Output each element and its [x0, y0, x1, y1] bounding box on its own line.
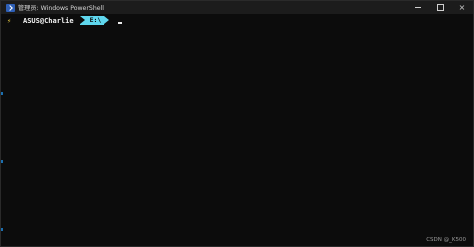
maximize-button[interactable]	[429, 1, 451, 14]
minimize-button[interactable]	[407, 1, 429, 14]
close-button[interactable]: ×	[451, 1, 473, 14]
close-icon: ×	[458, 3, 466, 12]
prompt-line: ⚡ ASUS@Charlie E:\	[7, 16, 123, 25]
left-edge-mark	[1, 92, 3, 95]
text-cursor	[118, 22, 123, 24]
maximize-icon	[436, 4, 444, 11]
window-title: 管理员: Windows PowerShell	[18, 5, 105, 12]
watermark: CSDN @_K500	[426, 237, 466, 243]
window-controls: ×	[407, 1, 473, 14]
prompt-path: E:\	[89, 16, 102, 24]
terminal-area[interactable]: ⚡ ASUS@Charlie E:\ CSDN @_K500	[1, 14, 473, 246]
powershell-icon	[6, 3, 15, 12]
minimize-icon	[415, 7, 421, 8]
left-edge-mark	[1, 228, 3, 231]
title-bar[interactable]: 管理员: Windows PowerShell ×	[1, 1, 473, 14]
left-edge-mark	[1, 160, 3, 163]
powershell-window: 管理员: Windows PowerShell × ⚡ ASUS@Charlie…	[0, 0, 474, 247]
prompt-user-host: ASUS@Charlie	[23, 16, 74, 25]
bolt-icon: ⚡	[7, 16, 12, 25]
prompt-path-segment: E:\	[79, 16, 110, 25]
